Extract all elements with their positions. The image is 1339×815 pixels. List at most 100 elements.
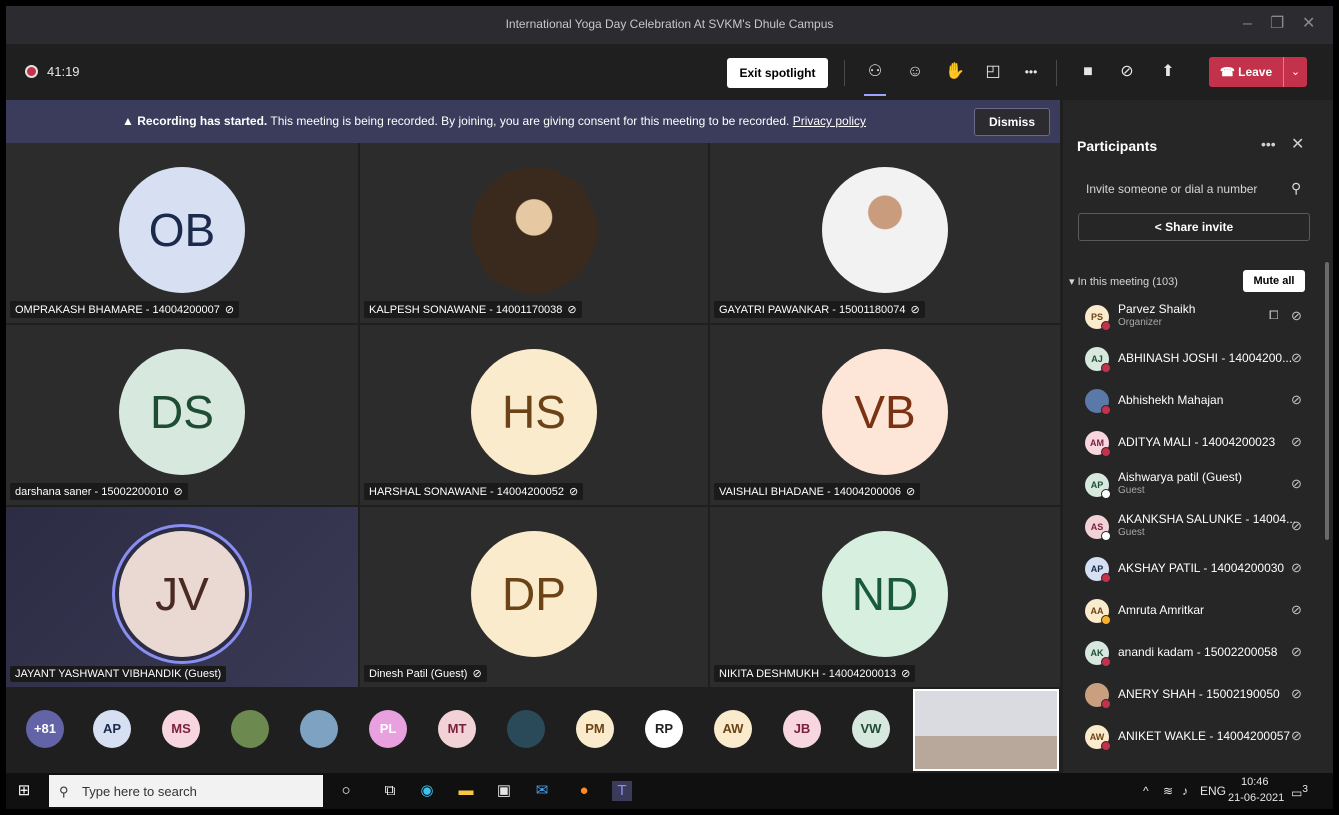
taskbar-search-box[interactable]: ⚲ Type here to search <box>49 775 323 807</box>
participant-avatar-chip[interactable]: PM <box>576 710 614 748</box>
presence-status-icon <box>1101 321 1111 331</box>
privacy-policy-link[interactable]: Privacy policy <box>793 114 866 128</box>
raise-hand-icon[interactable]: ✋ <box>943 60 967 84</box>
mic-off-icon[interactable]: ⊘ <box>1291 518 1302 534</box>
participant-avatar-chip[interactable]: MS <box>162 710 200 748</box>
recording-icon <box>25 65 38 78</box>
store-icon[interactable]: ▣ <box>494 781 514 801</box>
mic-off-icon[interactable]: ⊘ <box>1115 60 1139 84</box>
participant-row[interactable]: AA Amruta Amritkar ⊘ <box>1063 590 1325 632</box>
search-icon[interactable]: ⚲ <box>1291 180 1301 197</box>
more-actions-icon[interactable]: ••• <box>1019 60 1043 84</box>
windows-start-icon[interactable]: ⊞ <box>14 781 34 801</box>
teams-icon[interactable]: T <box>612 781 632 801</box>
dismiss-button[interactable]: Dismiss <box>974 108 1050 136</box>
teams-window: International Yoga Day Celebration At SV… <box>6 6 1333 809</box>
mic-off-icon[interactable]: ⊘ <box>1291 602 1302 618</box>
show-hidden-icons-icon[interactable]: ^ <box>1143 784 1149 798</box>
self-video-preview[interactable] <box>913 689 1059 771</box>
firefox-icon[interactable]: ● <box>574 781 594 801</box>
wifi-icon[interactable]: ≋ <box>1163 784 1173 798</box>
window-title: International Yoga Day Celebration At SV… <box>505 17 834 31</box>
participant-avatar-chip[interactable]: MT <box>438 710 476 748</box>
mic-off-icon[interactable]: ⊘ <box>1291 476 1302 492</box>
task-view-icon[interactable]: ⧉ <box>380 781 400 801</box>
in-meeting-header[interactable]: ▾ In this meeting (103) <box>1069 275 1178 288</box>
participant-avatar-chip[interactable]: AP <box>93 710 131 748</box>
participant-list-name: anandi kadam - 15002200058 <box>1118 645 1278 659</box>
avatar-initials: DP <box>471 531 597 657</box>
maximize-icon[interactable]: ❐ <box>1270 14 1284 34</box>
minimize-icon[interactable]: – <box>1243 14 1252 34</box>
participant-name-label: JAYANT YASHWANT VIBHANDIK (Guest) <box>10 666 227 682</box>
volume-icon[interactable]: ♪ <box>1182 784 1188 798</box>
participant-avatar-chip[interactable]: VW <box>852 710 890 748</box>
share-invite-button[interactable]: < Share invite <box>1078 213 1310 241</box>
camera-icon[interactable]: ■ <box>1076 60 1100 84</box>
participant-avatar-chip[interactable]: JB <box>783 710 821 748</box>
close-icon[interactable]: ✕ <box>1302 14 1315 34</box>
avatar-initials: JV <box>119 531 245 657</box>
participant-row[interactable]: Abhishekh Mahajan ⊘ <box>1063 380 1325 422</box>
language-indicator[interactable]: ENG <box>1200 784 1226 798</box>
participant-name: HARSHAL SONAWANE - 14004200052 <box>369 486 565 498</box>
participant-row[interactable]: AP AKSHAY PATIL - 14004200030 ⊘ <box>1063 548 1325 590</box>
panel-scrollbar[interactable] <box>1325 262 1329 540</box>
share-screen-icon[interactable]: ⬆ <box>1156 60 1180 84</box>
participant-tile[interactable]: JV JAYANT YASHWANT VIBHANDIK (Guest) <box>6 507 358 687</box>
participant-tile[interactable]: ND NIKITA DESHMUKH - 14004200013 ⊘ <box>710 507 1060 687</box>
breakout-rooms-icon[interactable]: ◰ <box>981 60 1005 84</box>
mail-icon[interactable]: ✉ <box>532 781 552 801</box>
mic-off-icon[interactable]: ⊘ <box>1291 560 1302 576</box>
mic-off-icon[interactable]: ⊘ <box>1291 350 1302 366</box>
participant-tile[interactable]: DS darshana saner - 15002200010 ⊘ <box>6 325 358 505</box>
participant-tile[interactable]: HS HARSHAL SONAWANE - 14004200052 ⊘ <box>360 325 708 505</box>
exit-spotlight-button[interactable]: Exit spotlight <box>727 58 828 88</box>
participant-role: Guest <box>1118 527 1145 538</box>
participant-tile[interactable]: DP Dinesh Patil (Guest) ⊘ <box>360 507 708 687</box>
mic-off-icon[interactable]: ⊘ <box>1291 434 1302 450</box>
close-panel-icon[interactable]: ✕ <box>1291 134 1304 154</box>
more-options-icon[interactable]: ••• <box>1261 136 1276 152</box>
mic-off-icon[interactable]: ⊘ <box>1291 644 1302 660</box>
participant-avatar-chip[interactable]: AW <box>714 710 752 748</box>
mic-off-icon: ⊘ <box>567 304 577 316</box>
participant-row[interactable]: AS AKANKSHA SALUNKE - 14004... Guest ⊘ <box>1063 506 1325 548</box>
participant-tile[interactable]: OB OMPRAKASH BHAMARE - 14004200007 ⊘ <box>6 143 358 323</box>
participant-tile[interactable]: GAYATRI PAWANKAR - 15001180074 ⊘ <box>710 143 1060 323</box>
clock-time[interactable]: 10:46 <box>1241 776 1269 788</box>
participant-tile[interactable]: KALPESH SONAWANE - 14001170038 ⊘ <box>360 143 708 323</box>
participant-photo-chip[interactable] <box>300 710 338 748</box>
participant-row[interactable]: AW ANIKET WAKLE - 14004200057 ⊘ <box>1063 716 1325 758</box>
windows-taskbar: ⊞ ⚲ Type here to search ○ ⧉ ◉ ▬ ▣ ✉ ● T ^… <box>6 773 1333 809</box>
notifications-icon[interactable]: ▭3 <box>1291 784 1308 800</box>
mic-off-icon[interactable]: ⊘ <box>1291 308 1302 324</box>
file-explorer-icon[interactable]: ▬ <box>456 781 476 801</box>
mute-all-button[interactable]: Mute all <box>1243 270 1305 292</box>
mic-off-icon[interactable]: ⊘ <box>1291 392 1302 408</box>
participant-row[interactable]: AJ ABHINASH JOSHI - 14004200... ⊘ <box>1063 338 1325 380</box>
more-participants-count[interactable]: +81 <box>26 710 64 748</box>
participant-row[interactable]: AP Aishwarya patil (Guest) Guest ⊘ <box>1063 464 1325 506</box>
presence-status-icon <box>1101 531 1111 541</box>
participant-row[interactable]: PS Parvez Shaikh Organizer ⧠ ⊘ <box>1063 296 1325 338</box>
chat-icon[interactable]: ☺ <box>903 60 927 84</box>
clock-date[interactable]: 21-06-2021 <box>1228 792 1284 804</box>
participant-avatar-chip[interactable]: RP <box>645 710 683 748</box>
participant-row[interactable]: AK anandi kadam - 15002200058 ⊘ <box>1063 632 1325 674</box>
participant-row[interactable]: ANERY SHAH - 15002190050 ⊘ <box>1063 674 1325 716</box>
mic-off-icon[interactable]: ⊘ <box>1291 728 1302 744</box>
mic-off-icon: ⊘ <box>910 304 920 316</box>
participant-avatar-chip[interactable]: PL <box>369 710 407 748</box>
participant-tile[interactable]: VB VAISHALI BHADANE - 14004200006 ⊘ <box>710 325 1060 505</box>
chevron-down-icon[interactable]: ⌄ <box>1284 57 1307 87</box>
leave-button[interactable]: ☎ Leave ⌄ <box>1209 57 1307 87</box>
mic-off-icon[interactable]: ⊘ <box>1291 686 1302 702</box>
cortana-icon[interactable]: ○ <box>336 781 356 801</box>
participant-photo-chip[interactable] <box>507 710 545 748</box>
invite-search-input[interactable]: Invite someone or dial a number <box>1086 182 1257 196</box>
participant-row[interactable]: AM ADITYA MALI - 14004200023 ⊘ <box>1063 422 1325 464</box>
participant-photo-chip[interactable] <box>231 710 269 748</box>
edge-icon[interactable]: ◉ <box>417 781 437 801</box>
people-icon[interactable]: ⚇ <box>863 60 887 84</box>
